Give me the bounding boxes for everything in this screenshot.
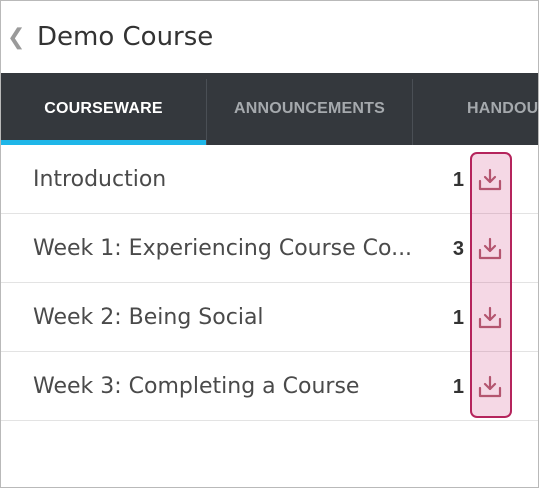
page-title: Demo Course — [37, 22, 214, 52]
section-title: Week 2: Being Social — [33, 305, 264, 330]
tab-label: COURSEWARE — [44, 100, 163, 117]
list-item[interactable]: Week 2: Being Social 1 — [1, 283, 538, 352]
list-item[interactable]: Week 1: Experiencing Course Co... 3 — [1, 214, 538, 283]
download-icon[interactable] — [477, 305, 503, 331]
list-item[interactable]: Introduction 1 — [1, 145, 538, 214]
section-count: 3 — [452, 238, 464, 260]
download-icon[interactable] — [477, 236, 503, 262]
courseware-section-list: Introduction 1 Week 1: Experiencing Cour… — [1, 145, 538, 421]
download-icon[interactable] — [477, 374, 503, 400]
tab-courseware[interactable]: COURSEWARE — [1, 73, 206, 145]
section-title: Week 1: Experiencing Course Co... — [33, 236, 413, 261]
chevron-left-icon[interactable]: ❮ — [7, 23, 25, 51]
tab-label: HANDOU — [467, 100, 538, 117]
section-count: 1 — [452, 376, 464, 398]
header: ❮ Demo Course — [1, 1, 538, 73]
tab-bar: COURSEWARE ANNOUNCEMENTS HANDOU — [1, 73, 538, 145]
section-title: Introduction — [33, 167, 167, 192]
tab-label: ANNOUNCEMENTS — [233, 100, 386, 117]
section-title: Week 3: Completing a Course — [33, 374, 360, 399]
download-icon[interactable] — [477, 167, 503, 193]
section-count: 1 — [452, 307, 464, 329]
app-frame: ❮ Demo Course COURSEWARE ANNOUNCEMENTS H… — [0, 0, 539, 488]
list-item[interactable]: Week 3: Completing a Course 1 — [1, 352, 538, 421]
tab-announcements[interactable]: ANNOUNCEMENTS — [207, 73, 412, 145]
section-count: 1 — [452, 169, 464, 191]
tab-handouts[interactable]: HANDOU — [413, 73, 538, 145]
